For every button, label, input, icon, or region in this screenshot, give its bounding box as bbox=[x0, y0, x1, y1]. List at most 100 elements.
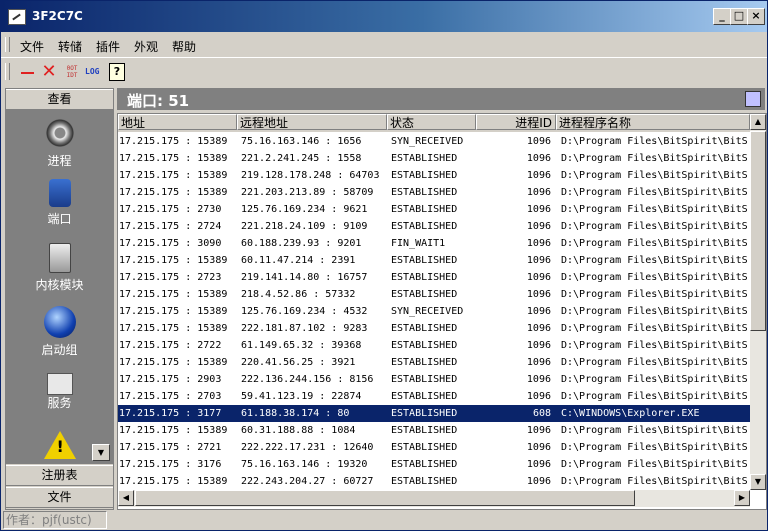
sidebar-item-kernel-modules[interactable]: 内核模块 bbox=[6, 243, 113, 293]
cell-pid: 1096 bbox=[526, 204, 551, 215]
cell-state: ESTABLISHED bbox=[391, 374, 458, 385]
panel-corner-icon[interactable] bbox=[745, 91, 761, 107]
sidebar-item-startup[interactable]: 启动组 bbox=[6, 306, 113, 358]
delete-x-icon[interactable]: ✕ bbox=[40, 63, 58, 81]
table-row[interactable]: 17.215.175 : 15389 222.181.87.102 : 9283 E… bbox=[118, 320, 750, 337]
cell-local-address: 17.215.175 : 2721 bbox=[119, 442, 222, 453]
gear-icon bbox=[43, 117, 76, 149]
table-row[interactable]: 17.215.175 : 2903 222.136.244.156 : 8156 E… bbox=[118, 371, 750, 388]
panel-title: 端口: 51 bbox=[127, 92, 190, 110]
menu-bar: 文件 转储 插件 外观 帮助 bbox=[1, 33, 767, 55]
cell-pid: 1096 bbox=[526, 442, 551, 453]
sidebar-item-services[interactable]: 服务 bbox=[6, 369, 113, 411]
column-header-remote-address[interactable]: 远程地址 bbox=[237, 114, 387, 130]
cell-state: ESTABLISHED bbox=[391, 187, 458, 198]
cell-remote-address: 222.222.17.231 : 12640 bbox=[241, 442, 374, 453]
column-header-pid[interactable]: 进程ID bbox=[476, 114, 556, 130]
table-header: 地址 远程地址 状态 进程ID 进程程序名称 bbox=[118, 114, 750, 132]
scroll-down-button[interactable]: ▼ bbox=[750, 474, 766, 490]
sidebar-item-label: 内核模块 bbox=[35, 278, 84, 292]
sidebar-scroll-down-button[interactable]: ▼ bbox=[92, 444, 110, 461]
table-row[interactable]: 17.215.175 : 2703 59.41.123.19 : 22874 EST… bbox=[118, 388, 750, 405]
status-author: 作者：pjf(ustc) bbox=[3, 511, 107, 529]
table-row[interactable]: 17.215.175 : 2723 219.141.14.80 : 16757 ES… bbox=[118, 269, 750, 286]
cell-state: ESTABLISHED bbox=[391, 425, 458, 436]
menu-plugins[interactable]: 插件 bbox=[96, 38, 120, 55]
cell-local-address: 17.215.175 : 2724 bbox=[119, 221, 222, 232]
cell-remote-address: 61.188.38.174 : 80 bbox=[241, 408, 350, 419]
ot-idt-icon[interactable]: 0OT IDT bbox=[63, 65, 81, 83]
title-bar[interactable]: 3F2C7C _ □ × bbox=[1, 1, 767, 32]
table-row[interactable]: 17.215.175 : 15389 222.243.204.27 : 60727… bbox=[118, 473, 750, 490]
column-header-local-address[interactable]: 地址 bbox=[118, 114, 237, 130]
sidebar: 查看 进程 端口 内核模块 启动组 服务 ! ▼ 注册表 文件 bbox=[5, 88, 114, 510]
menu-help[interactable]: 帮助 bbox=[172, 38, 196, 55]
menu-file[interactable]: 文件 bbox=[20, 38, 44, 55]
cell-state: ESTABLISHED bbox=[391, 442, 458, 453]
table-row[interactable]: 17.215.175 : 2721 222.222.17.231 : 12640 E… bbox=[118, 439, 750, 456]
column-header-state[interactable]: 状态 bbox=[387, 114, 476, 130]
help-icon[interactable]: ? bbox=[109, 63, 125, 81]
vertical-scrollbar[interactable]: ▲ ▼ bbox=[750, 114, 766, 490]
cell-pid: 1096 bbox=[526, 136, 551, 147]
toolbar: ✕ 0OT IDT LOG ? bbox=[1, 57, 767, 85]
vertical-scroll-thumb[interactable] bbox=[750, 131, 766, 331]
minimize-button[interactable]: _ bbox=[713, 8, 731, 25]
cell-process-name: D:\Program Files\BitSpirit\BitS bbox=[561, 306, 748, 317]
table-row[interactable]: 17.215.175 : 3177 61.188.38.174 : 80 ESTAB… bbox=[118, 405, 750, 422]
table-row[interactable]: 17.215.175 : 15389 60.11.47.214 : 2391 EST… bbox=[118, 252, 750, 269]
menu-dump[interactable]: 转储 bbox=[58, 38, 82, 55]
cell-remote-address: 222.136.244.156 : 8156 bbox=[241, 374, 374, 385]
table-row[interactable]: 17.215.175 : 15389 218.4.52.86 : 57332 EST… bbox=[118, 286, 750, 303]
cell-pid: 1096 bbox=[526, 238, 551, 249]
horizontal-scroll-thumb[interactable] bbox=[135, 490, 635, 506]
table-row[interactable]: 17.215.175 : 15389 221.203.213.89 : 58709… bbox=[118, 184, 750, 201]
cell-process-name: D:\Program Files\BitSpirit\BitS bbox=[561, 459, 748, 470]
cell-process-name: D:\Program Files\BitSpirit\BitS bbox=[561, 153, 748, 164]
table-row[interactable]: 17.215.175 : 15389 125.76.169.234 : 4532 S… bbox=[118, 303, 750, 320]
maximize-button[interactable]: □ bbox=[730, 8, 748, 25]
cell-pid: 1096 bbox=[526, 425, 551, 436]
cell-remote-address: 59.41.123.19 : 22874 bbox=[241, 391, 362, 402]
sidebar-header-files[interactable]: 文件 bbox=[6, 487, 113, 508]
sidebar-item-label: 进程 bbox=[47, 154, 72, 168]
cell-remote-address: 221.2.241.245 : 1558 bbox=[241, 153, 362, 164]
pc-icon bbox=[46, 373, 73, 395]
scroll-left-button[interactable]: ◀ bbox=[118, 490, 134, 506]
menu-appearance[interactable]: 外观 bbox=[134, 38, 158, 55]
table-row[interactable]: 17.215.175 : 2722 61.149.65.32 : 39368 EST… bbox=[118, 337, 750, 354]
horizontal-scrollbar[interactable]: ◀ ▶ bbox=[118, 490, 750, 507]
cell-process-name: D:\Program Files\BitSpirit\BitS bbox=[561, 340, 748, 351]
cell-local-address: 17.215.175 : 15389 bbox=[119, 306, 228, 317]
close-button[interactable]: × bbox=[747, 8, 765, 25]
main-window: 3F2C7C _ □ × 文件 转储 插件 外观 帮助 ✕ 0OT IDT LO… bbox=[0, 0, 768, 531]
cell-process-name: D:\Program Files\BitSpirit\BitS bbox=[561, 255, 748, 266]
table-row[interactable]: 17.215.175 : 15389 220.41.56.25 : 3921 EST… bbox=[118, 354, 750, 371]
table-row[interactable]: 17.215.175 : 15389 60.31.188.88 : 1084 EST… bbox=[118, 422, 750, 439]
table-row[interactable]: 17.215.175 : 2730 125.76.169.234 : 9621 ES… bbox=[118, 201, 750, 218]
disk-icon bbox=[48, 243, 71, 273]
cell-local-address: 17.215.175 : 15389 bbox=[119, 136, 228, 147]
cell-local-address: 17.215.175 : 3090 bbox=[119, 238, 222, 249]
table-row[interactable]: 17.215.175 : 3176 75.16.163.146 : 19320 ES… bbox=[118, 456, 750, 473]
log-icon[interactable]: LOG bbox=[85, 63, 103, 81]
scroll-right-button[interactable]: ▶ bbox=[734, 490, 750, 506]
sidebar-item-ports[interactable]: 端口 bbox=[6, 179, 113, 227]
column-header-process-name[interactable]: 进程程序名称 bbox=[556, 114, 750, 130]
table-row[interactable]: 17.215.175 : 2724 221.218.24.109 : 9109 ES… bbox=[118, 218, 750, 235]
cell-remote-address: 219.128.178.248 : 64703 bbox=[241, 170, 380, 181]
table-row[interactable]: 17.215.175 : 15389 219.128.178.248 : 6470… bbox=[118, 167, 750, 184]
table-row[interactable]: 17.215.175 : 3090 60.188.239.93 : 9201 FIN… bbox=[118, 235, 750, 252]
cell-remote-address: 125.76.169.234 : 9621 bbox=[241, 204, 368, 215]
sidebar-item-processes[interactable]: 进程 bbox=[6, 117, 113, 169]
scroll-up-button[interactable]: ▲ bbox=[750, 114, 766, 130]
cell-process-name: D:\Program Files\BitSpirit\BitS bbox=[561, 238, 748, 249]
table-row[interactable]: 17.215.175 : 15389 75.16.163.146 : 1656 SY… bbox=[118, 133, 750, 150]
table-row[interactable]: 17.215.175 : 15389 221.2.241.245 : 1558 ES… bbox=[118, 150, 750, 167]
sidebar-header-registry[interactable]: 注册表 bbox=[6, 465, 113, 486]
cell-pid: 1096 bbox=[526, 476, 551, 487]
sidebar-header-view[interactable]: 查看 bbox=[6, 89, 113, 110]
cell-remote-address: 222.243.204.27 : 60727 bbox=[241, 476, 374, 487]
plug-icon bbox=[48, 179, 71, 207]
minus-icon[interactable] bbox=[19, 63, 37, 81]
